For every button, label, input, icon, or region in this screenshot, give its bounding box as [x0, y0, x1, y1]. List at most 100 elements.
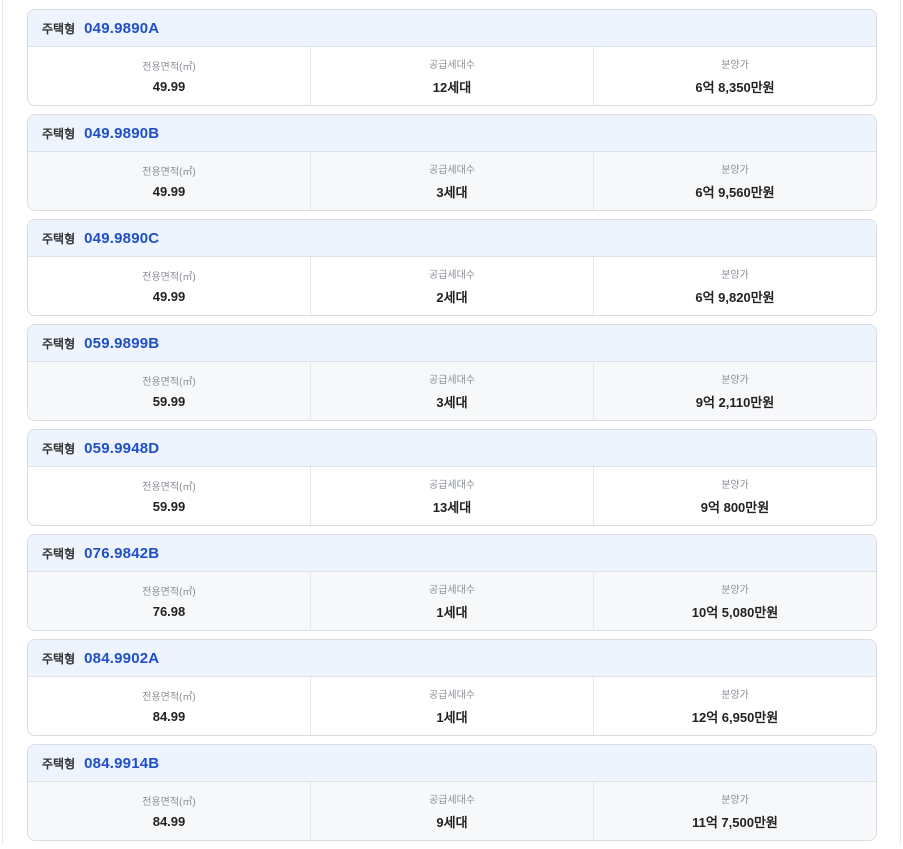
- price-label: 분양가: [721, 375, 749, 386]
- price-value: 6억 8,350만원: [695, 80, 775, 95]
- price-cell: 분양가 6억 9,820만원: [594, 257, 876, 315]
- supply-value: 3세대: [436, 185, 468, 200]
- area-value: 59.99: [152, 499, 186, 514]
- card-body: 전용면적(㎡) 59.99 공급세대수 3세대 분양가 9억 2,110만원: [28, 362, 876, 420]
- supply-cell: 공급세대수 3세대: [311, 152, 594, 210]
- housing-type-value: 084.9902A: [84, 649, 160, 667]
- housing-type-card: 주택형 059.9948D 전용면적(㎡) 59.99 공급세대수 13세대 분…: [27, 429, 877, 526]
- housing-type-card: 주택형 049.9890C 전용면적(㎡) 49.99 공급세대수 2세대 분양…: [27, 219, 877, 316]
- card-body: 전용면적(㎡) 84.99 공급세대수 1세대 분양가 12억 6,950만원: [28, 677, 876, 735]
- area-label: 전용면적(㎡): [142, 692, 196, 703]
- housing-type-card: 주택형 084.9914B 전용면적(㎡) 84.99 공급세대수 9세대 분양…: [27, 744, 877, 841]
- area-cell: 전용면적(㎡) 59.99: [28, 467, 311, 525]
- housing-type-label: 주택형: [42, 651, 76, 666]
- card-body: 전용면적(㎡) 49.99 공급세대수 12세대 분양가 6억 8,350만원: [28, 47, 876, 105]
- area-label: 전용면적(㎡): [142, 272, 196, 283]
- price-cell: 분양가 9억 2,110만원: [594, 362, 876, 420]
- price-value: 11억 7,500만원: [692, 815, 778, 830]
- supply-value: 1세대: [436, 605, 468, 620]
- housing-type-label: 주택형: [42, 441, 76, 456]
- area-value: 84.99: [152, 814, 186, 829]
- housing-type-label: 주택형: [42, 336, 76, 351]
- frame-border-left: [2, 0, 3, 845]
- area-cell: 전용면적(㎡) 59.99: [28, 362, 311, 420]
- supply-label: 공급세대수: [429, 480, 475, 491]
- supply-label: 공급세대수: [429, 690, 475, 701]
- area-label: 전용면적(㎡): [142, 62, 196, 73]
- supply-label: 공급세대수: [429, 375, 475, 386]
- card-header: 주택형 084.9914B: [28, 745, 876, 782]
- area-cell: 전용면적(㎡) 76.98: [28, 572, 311, 630]
- card-body: 전용면적(㎡) 76.98 공급세대수 1세대 분양가 10억 5,080만원: [28, 572, 876, 630]
- housing-type-label: 주택형: [42, 231, 76, 246]
- price-label: 분양가: [721, 585, 749, 596]
- supply-value: 3세대: [436, 395, 468, 410]
- price-cell: 분양가 11억 7,500만원: [594, 782, 876, 840]
- area-label: 전용면적(㎡): [142, 797, 196, 808]
- housing-type-value: 059.9899B: [84, 334, 160, 352]
- housing-type-card: 주택형 076.9842B 전용면적(㎡) 76.98 공급세대수 1세대 분양…: [27, 534, 877, 631]
- supply-label: 공급세대수: [429, 795, 475, 806]
- card-header: 주택형 059.9899B: [28, 325, 876, 362]
- housing-type-label: 주택형: [42, 546, 76, 561]
- housing-type-card: 주택형 059.9899B 전용면적(㎡) 59.99 공급세대수 3세대 분양…: [27, 324, 877, 421]
- housing-type-value: 059.9948D: [84, 439, 160, 457]
- supply-value: 12세대: [432, 80, 472, 95]
- card-header: 주택형 049.9890B: [28, 115, 876, 152]
- area-value: 76.98: [152, 604, 186, 619]
- housing-type-card: 주택형 049.9890B 전용면적(㎡) 49.99 공급세대수 3세대 분양…: [27, 114, 877, 211]
- housing-type-label: 주택형: [42, 126, 76, 141]
- supply-value: 2세대: [436, 290, 468, 305]
- frame-border-right: [900, 0, 901, 845]
- housing-type-list: 주택형 049.9890A 전용면적(㎡) 49.99 공급세대수 12세대 분…: [27, 9, 877, 849]
- housing-type-value: 049.9890A: [84, 19, 160, 37]
- supply-value: 1세대: [436, 710, 468, 725]
- supply-cell: 공급세대수 2세대: [311, 257, 594, 315]
- price-cell: 분양가 12억 6,950만원: [594, 677, 876, 735]
- area-value: 49.99: [152, 289, 186, 304]
- supply-cell: 공급세대수 12세대: [311, 47, 594, 105]
- price-value: 9억 800만원: [700, 500, 770, 515]
- housing-type-value: 084.9914B: [84, 754, 160, 772]
- price-cell: 분양가 10억 5,080만원: [594, 572, 876, 630]
- card-body: 전용면적(㎡) 49.99 공급세대수 2세대 분양가 6억 9,820만원: [28, 257, 876, 315]
- card-header: 주택형 049.9890C: [28, 220, 876, 257]
- area-label: 전용면적(㎡): [142, 167, 196, 178]
- price-value: 9억 2,110만원: [695, 395, 775, 410]
- area-value: 84.99: [152, 709, 186, 724]
- area-cell: 전용면적(㎡) 84.99: [28, 782, 311, 840]
- area-cell: 전용면적(㎡) 49.99: [28, 47, 311, 105]
- supply-label: 공급세대수: [429, 60, 475, 71]
- supply-label: 공급세대수: [429, 270, 475, 281]
- price-label: 분양가: [721, 60, 749, 71]
- housing-type-label: 주택형: [42, 756, 76, 771]
- supply-cell: 공급세대수 3세대: [311, 362, 594, 420]
- area-cell: 전용면적(㎡) 49.99: [28, 257, 311, 315]
- supply-value: 9세대: [436, 815, 468, 830]
- price-cell: 분양가 6억 8,350만원: [594, 47, 876, 105]
- supply-cell: 공급세대수 1세대: [311, 572, 594, 630]
- card-header: 주택형 059.9948D: [28, 430, 876, 467]
- supply-cell: 공급세대수 1세대: [311, 677, 594, 735]
- supply-label: 공급세대수: [429, 585, 475, 596]
- price-cell: 분양가 9억 800만원: [594, 467, 876, 525]
- area-value: 59.99: [152, 394, 186, 409]
- area-label: 전용면적(㎡): [142, 482, 196, 493]
- housing-type-value: 049.9890C: [84, 229, 160, 247]
- price-value: 6억 9,820만원: [695, 290, 775, 305]
- housing-type-card: 주택형 084.9902A 전용면적(㎡) 84.99 공급세대수 1세대 분양…: [27, 639, 877, 736]
- price-label: 분양가: [721, 165, 749, 176]
- price-value: 6억 9,560만원: [695, 185, 775, 200]
- area-value: 49.99: [152, 79, 186, 94]
- area-cell: 전용면적(㎡) 84.99: [28, 677, 311, 735]
- supply-cell: 공급세대수 13세대: [311, 467, 594, 525]
- price-value: 12억 6,950만원: [691, 710, 779, 725]
- card-header: 주택형 076.9842B: [28, 535, 876, 572]
- housing-type-card: 주택형 049.9890A 전용면적(㎡) 49.99 공급세대수 12세대 분…: [27, 9, 877, 106]
- card-header: 주택형 084.9902A: [28, 640, 876, 677]
- price-label: 분양가: [721, 795, 749, 806]
- supply-label: 공급세대수: [429, 165, 475, 176]
- housing-type-value: 049.9890B: [84, 124, 160, 142]
- price-label: 분양가: [721, 270, 749, 281]
- area-cell: 전용면적(㎡) 49.99: [28, 152, 311, 210]
